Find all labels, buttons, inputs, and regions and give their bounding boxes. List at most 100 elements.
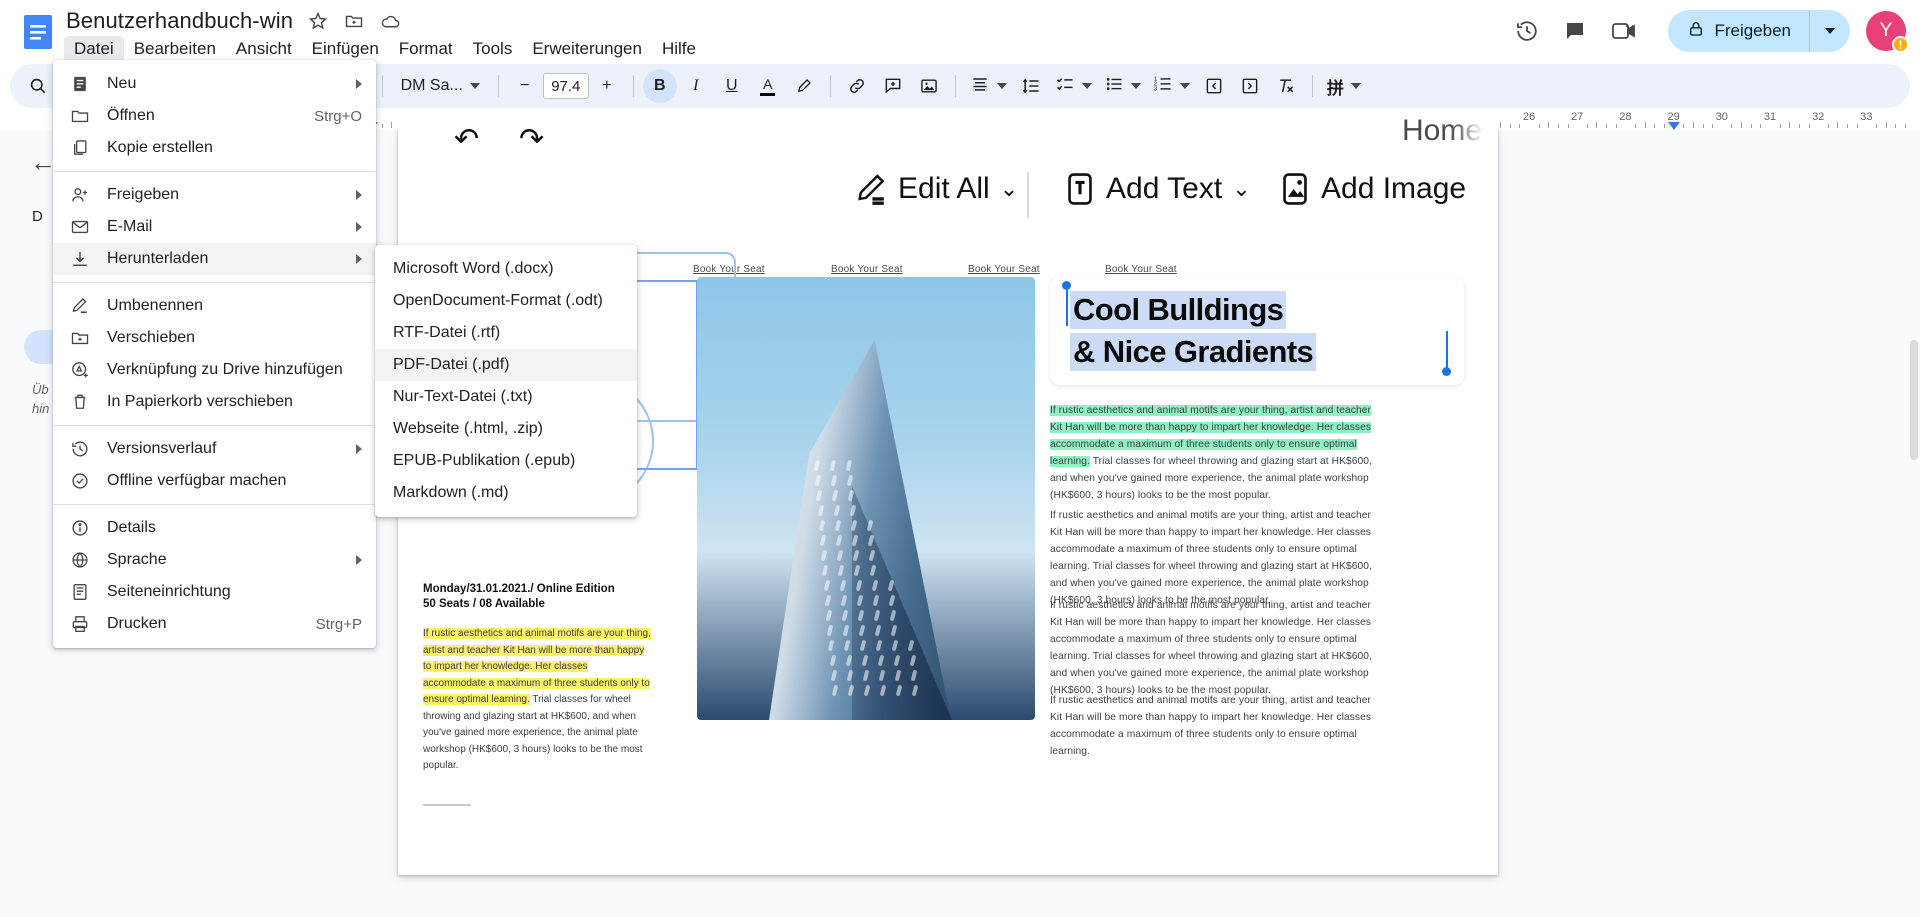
google-docs-logo[interactable]	[18, 12, 58, 52]
building-window-dot	[851, 534, 859, 547]
share-button-main[interactable]: Freigeben	[1668, 10, 1810, 52]
menu-item-drucken[interactable]: Drucken Strg+P	[53, 608, 376, 640]
download-format-markdown-md[interactable]: Markdown (.md)	[375, 477, 637, 509]
ruler-tick	[1712, 124, 1714, 128]
increase-font-size-button[interactable]: +	[590, 69, 624, 103]
cloud-saved-icon[interactable]	[379, 10, 401, 32]
menu-bearbeiten[interactable]: Bearbeiten	[124, 36, 226, 62]
menu-item-herunterladen[interactable]: Herunterladen	[53, 243, 376, 275]
menu-item-kopie-erstellen[interactable]: Kopie erstellen	[53, 132, 376, 164]
menu-item-verschieben[interactable]: Verschieben	[53, 322, 376, 354]
menu-hilfe[interactable]: Hilfe	[652, 36, 706, 62]
menu-format[interactable]: Format	[389, 36, 463, 62]
line-spacing-icon[interactable]	[1014, 69, 1048, 103]
menu-item-offline-verfugbar-machen[interactable]: Offline verfügbar machen	[53, 465, 376, 497]
download-submenu[interactable]: Microsoft Word (.docx) OpenDocument-Forma…	[375, 245, 637, 517]
menu-item-freigeben[interactable]: Freigeben	[53, 179, 376, 211]
submenu-arrow-icon	[356, 555, 362, 565]
bold-button[interactable]: B	[642, 69, 677, 103]
add-comment-icon[interactable]	[876, 69, 910, 103]
menu-ansicht[interactable]: Ansicht	[226, 36, 302, 62]
italic-button[interactable]: I	[679, 69, 713, 103]
star-icon[interactable]	[307, 10, 329, 32]
share-dropdown-caret[interactable]	[1810, 10, 1850, 52]
clear-formatting-icon[interactable]	[1269, 69, 1303, 103]
ruler-tick	[1789, 122, 1791, 128]
menu-item-label: Sprache	[107, 551, 167, 568]
selection-handle-end[interactable]	[1442, 367, 1451, 376]
menu-datei[interactable]: Datei	[64, 36, 124, 62]
embedded-screenshot-image[interactable]: ↶ ↷ Home Edit Comment Convert Edit All ⌄	[399, 110, 1497, 232]
ruler-right-indent-marker[interactable]	[1667, 122, 1680, 130]
toolbar-separator	[497, 75, 499, 97]
checklist-dropdown[interactable]	[1049, 70, 1098, 102]
building-window-dot	[895, 684, 903, 697]
decrease-indent-icon[interactable]	[1197, 69, 1231, 103]
ruler-tick	[1538, 124, 1540, 128]
numbered-list-dropdown[interactable]: 1 2 3	[1147, 70, 1196, 102]
book-seat-link[interactable]: Book Your Seat	[831, 264, 903, 275]
page-title[interactable]: Benutzerhandbuch-win	[66, 8, 293, 34]
insert-link-icon[interactable]	[840, 69, 874, 103]
building-photo[interactable]	[697, 277, 1035, 720]
share-button[interactable]: Freigeben	[1668, 10, 1850, 52]
book-seat-link[interactable]: Book Your Seat	[1105, 264, 1177, 275]
menu-separator	[53, 282, 376, 283]
download-format-epub-publikation-epub[interactable]: EPUB-Publikation (.epub)	[375, 445, 637, 477]
decrease-font-size-button[interactable]: −	[508, 69, 542, 103]
menu-item-offnen[interactable]: Öffnen Strg+O	[53, 100, 376, 132]
headline-card[interactable]: Cool Bulldings & Nice Gradients	[1050, 277, 1464, 385]
download-format-microsoft-word-docx[interactable]: Microsoft Word (.docx)	[375, 253, 637, 285]
font-size-input[interactable]: 97.4	[542, 73, 589, 99]
menu-einfuegen[interactable]: Einfügen	[302, 36, 389, 62]
book-seat-link[interactable]: Book Your Seat	[968, 264, 1040, 275]
menu-item-neu[interactable]: Neu	[53, 68, 376, 100]
download-format-pdf-datei-pdf[interactable]: PDF-Datei (.pdf)	[375, 349, 637, 381]
menu-item-e-mail[interactable]: E-Mail	[53, 211, 376, 243]
offline-icon	[69, 470, 91, 492]
building-window-dot	[862, 669, 870, 682]
align-dropdown[interactable]	[964, 70, 1013, 102]
selection-handle-start[interactable]	[1062, 281, 1071, 290]
search-icon[interactable]	[21, 69, 55, 103]
download-format-rtf-datei-rtf[interactable]: RTF-Datei (.rtf)	[375, 317, 637, 349]
input-tools-dropdown[interactable]: 拼	[1321, 70, 1367, 102]
download-format-nur-text-datei-txt[interactable]: Nur-Text-Datei (.txt)	[375, 381, 637, 413]
avatar[interactable]: Y !	[1866, 11, 1909, 53]
download-format-webseite-html-zip[interactable]: Webseite (.html, .zip)	[375, 413, 637, 445]
font-family-dropdown[interactable]: DM Sa...	[391, 70, 490, 102]
file-menu-dropdown[interactable]: Neu Öffnen Strg+O Kopie erstellen Freigeben E…	[53, 60, 376, 648]
building-window-dot	[845, 654, 852, 667]
bulleted-list-dropdown[interactable]	[1098, 70, 1147, 102]
insert-image-icon[interactable]	[912, 69, 946, 103]
increase-indent-icon[interactable]	[1233, 69, 1267, 103]
text-color-button[interactable]: A	[751, 69, 785, 103]
menu-item-versionsverlauf[interactable]: Versionsverlauf	[53, 433, 376, 465]
menu-item-details[interactable]: Details	[53, 512, 376, 544]
comment-history-icon[interactable]	[1554, 10, 1596, 52]
building-window-dot	[855, 579, 862, 592]
left-heading-line-1: Monday/31.01.2021./ Online Edition	[423, 583, 615, 595]
highlight-pen-icon[interactable]	[787, 69, 821, 103]
move-to-folder-icon[interactable]	[343, 10, 365, 32]
google-meet-icon[interactable]	[1602, 10, 1656, 52]
menu-item-seiteneinrichtung[interactable]: Seiteneinrichtung	[53, 576, 376, 608]
underline-button[interactable]: U	[715, 69, 749, 103]
headline-line-2: & Nice Gradients	[1070, 333, 1317, 371]
menu-item-verknupfung-zu-drive-hinzufugen[interactable]: Verknüpfung zu Drive hinzufügen	[53, 354, 376, 386]
vertical-scrollbar[interactable]	[1910, 340, 1918, 460]
version-history-icon[interactable]	[1506, 10, 1548, 52]
menu-item-in-papierkorb-verschieben[interactable]: In Papierkorb verschieben	[53, 386, 376, 418]
menu-item-label: Drucken	[107, 615, 167, 632]
left-column: Monday/31.01.2021./ Online Edition 50 Se…	[423, 582, 653, 775]
history-icon	[69, 438, 91, 460]
menu-item-umbenennen[interactable]: Umbenennen	[53, 290, 376, 322]
menu-item-sprache[interactable]: Sprache	[53, 544, 376, 576]
menu-erweiterungen[interactable]: Erweiterungen	[522, 36, 652, 62]
building-window-dot	[813, 459, 821, 472]
submenu-arrow-icon	[356, 79, 362, 89]
download-format-opendocument-format-odt[interactable]: OpenDocument-Format (.odt)	[375, 285, 637, 317]
menu-tools[interactable]: Tools	[463, 36, 523, 62]
font-family-value: DM Sa...	[400, 77, 463, 94]
building-window-dot	[860, 639, 867, 652]
